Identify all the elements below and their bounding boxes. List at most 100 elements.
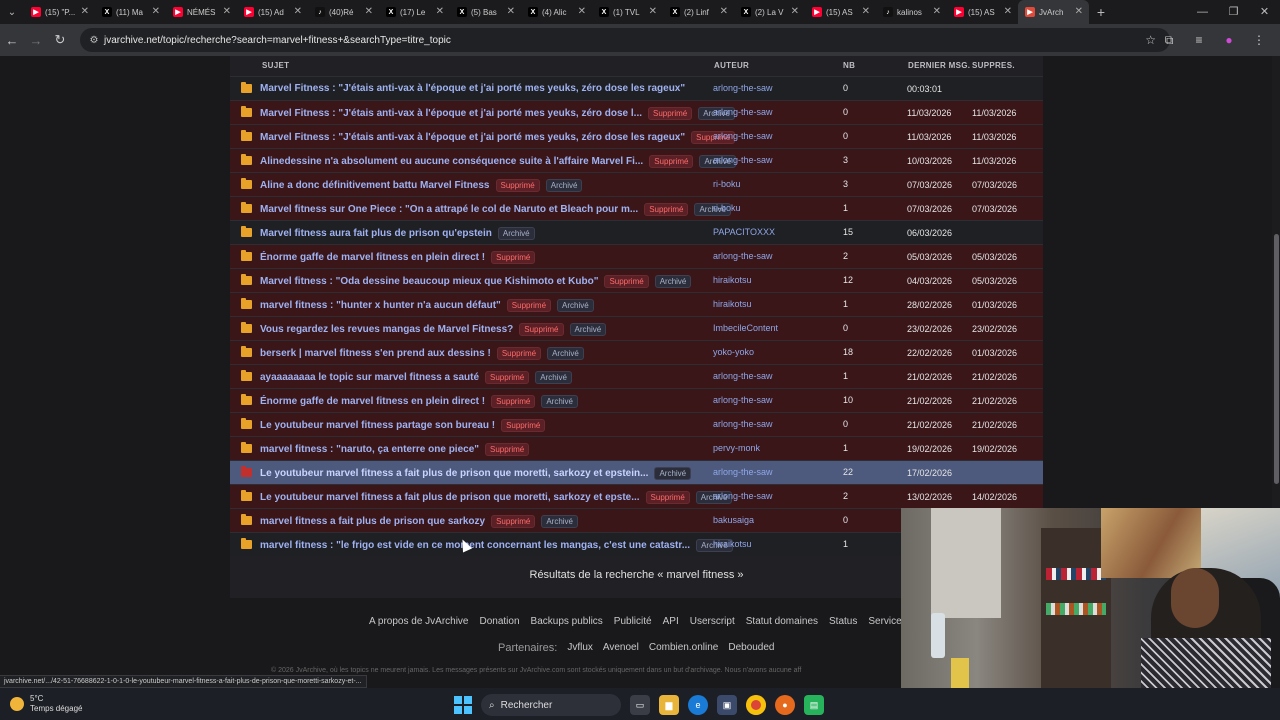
task-view-icon[interactable]: ▭ [630, 695, 650, 715]
new-tab-button[interactable]: + [1089, 4, 1113, 20]
tab-close-icon[interactable]: ✕ [152, 6, 160, 17]
author-link[interactable]: arlong-the-saw [713, 491, 773, 501]
topic-link[interactable]: Marvel fitness sur One Piece : "On a att… [260, 203, 732, 216]
topic-link[interactable]: Énorme gaffe de marvel fitness en plein … [260, 251, 536, 264]
author-link[interactable]: bakusaiga [713, 515, 754, 525]
table-row[interactable]: Marvel Fitness : "J'étais anti-vax à l'é… [230, 76, 1043, 100]
address-bar[interactable]: ⚙ jvarchive.net/topic/recherche?search=m… [80, 28, 1170, 52]
topic-title[interactable]: Marvel Fitness : "J'étais anti-vax à l'é… [260, 83, 685, 94]
topic-title[interactable]: Le youtubeur marvel fitness a fait plus … [260, 492, 640, 503]
author-link[interactable]: yoko-yoko [713, 347, 754, 357]
topic-title[interactable]: Marvel fitness aura fait plus de prison … [260, 228, 492, 239]
browser-tab[interactable]: X (11) Ma ✕ [95, 0, 166, 24]
tab-close-icon[interactable]: ✕ [294, 6, 302, 17]
browser-tab[interactable]: ▶ (15) AS ✕ [805, 0, 876, 24]
tab-search-button[interactable]: ⌄ [0, 0, 24, 24]
tab-close-icon[interactable]: ✕ [649, 6, 657, 17]
topic-title[interactable]: berserk | marvel fitness s'en prend aux … [260, 348, 491, 359]
author-link[interactable]: arlong-the-saw [713, 251, 773, 261]
topic-link[interactable]: Alinedessine n'a absolument eu aucune co… [260, 155, 737, 168]
author-link[interactable]: ImbecileContent [713, 323, 778, 333]
author-link[interactable]: arlong-the-saw [713, 371, 773, 381]
app-icon[interactable]: ▤ [804, 695, 824, 715]
store-icon[interactable]: ▣ [717, 695, 737, 715]
weather-widget[interactable]: 5°C Temps dégagé [10, 694, 82, 714]
topic-title[interactable]: Marvel fitness : "Oda dessine beaucoup m… [260, 276, 598, 287]
table-row[interactable]: Marvel Fitness : "J'étais anti-vax à l'é… [230, 100, 1043, 124]
browser-tab[interactable]: X (1) TVL ✕ [592, 0, 663, 24]
footer-link[interactable]: Statut domaines [746, 616, 818, 627]
table-row[interactable]: marvel fitness : "hunter x hunter n'a au… [230, 292, 1043, 316]
author-link[interactable]: arlong-the-saw [713, 83, 773, 93]
file-explorer-icon[interactable]: ▆ [659, 695, 679, 715]
tab-close-icon[interactable]: ✕ [578, 6, 586, 17]
topic-link[interactable]: Vous regardez les revues mangas de Marve… [260, 323, 607, 336]
topic-title[interactable]: marvel fitness : "le frigo est vide en c… [260, 540, 690, 551]
table-row[interactable]: Marvel fitness sur One Piece : "On a att… [230, 196, 1043, 220]
author-link[interactable]: hiraikotsu [713, 275, 752, 285]
edge-icon[interactable]: e [688, 695, 708, 715]
minimize-button[interactable]: — [1187, 0, 1218, 24]
author-link[interactable]: ri-boku [713, 179, 741, 189]
footer-link[interactable]: Status [829, 616, 857, 627]
table-row[interactable]: Le youtubeur marvel fitness partage son … [230, 412, 1043, 436]
topic-link[interactable]: Le youtubeur marvel fitness a fait plus … [260, 491, 733, 504]
browser-tab[interactable]: ▶ NÉMÉS ✕ [166, 0, 237, 24]
table-row[interactable]: Marvel fitness aura fait plus de prison … [230, 220, 1043, 244]
maximize-button[interactable]: ❐ [1218, 0, 1249, 24]
header-subject[interactable]: SUJET [262, 61, 289, 70]
table-row[interactable]: Le youtubeur marvel fitness a fait plus … [230, 484, 1043, 508]
footer-link[interactable]: Publicité [614, 616, 652, 627]
browser-tab[interactable]: X (2) Linf ✕ [663, 0, 734, 24]
browser-tab[interactable]: X (17) Le ✕ [379, 0, 450, 24]
author-link[interactable]: arlong-the-saw [713, 395, 773, 405]
site-info-icon[interactable]: ⚙ [84, 35, 104, 46]
browser-tab[interactable]: ♪ (40)Ré ✕ [308, 0, 379, 24]
tab-close-icon[interactable]: ✕ [507, 6, 515, 17]
header-nb[interactable]: NB [843, 61, 855, 70]
footer-link[interactable]: Userscript [690, 616, 735, 627]
media-icon[interactable]: ≡ [1184, 33, 1214, 47]
tab-close-icon[interactable]: ✕ [1004, 6, 1012, 17]
forward-button[interactable]: → [24, 33, 48, 48]
topic-title[interactable]: Énorme gaffe de marvel fitness en plein … [260, 252, 485, 263]
footer-link[interactable]: API [663, 616, 679, 627]
tab-close-icon[interactable]: ✕ [933, 6, 941, 17]
header-author[interactable]: AUTEUR [714, 61, 749, 70]
topic-link[interactable]: ayaaaaaaaa le topic sur marvel fitness a… [260, 371, 572, 384]
topic-title[interactable]: marvel fitness : "naruto, ça enterre one… [260, 444, 479, 455]
chrome-icon[interactable] [746, 695, 766, 715]
topic-title[interactable]: Le youtubeur marvel fitness partage son … [260, 420, 495, 431]
tab-close-icon[interactable]: ✕ [791, 6, 799, 17]
browser-tab[interactable]: ▶ (15) AS ✕ [947, 0, 1018, 24]
topic-title[interactable]: Aline a donc définitivement battu Marvel… [260, 180, 490, 191]
table-row[interactable]: Le youtubeur marvel fitness a fait plus … [230, 460, 1043, 484]
topic-title[interactable]: marvel fitness : "hunter x hunter n'a au… [260, 300, 501, 311]
header-deleted[interactable]: SUPPRES. [972, 61, 1015, 70]
header-last-msg[interactable]: DERNIER MSG. [908, 61, 970, 70]
topic-link[interactable]: Marvel Fitness : "J'étais anti-vax à l'é… [260, 131, 736, 144]
topic-title[interactable]: Marvel Fitness : "J'étais anti-vax à l'é… [260, 108, 642, 119]
browser-tab[interactable]: ♪ kalinos ✕ [876, 0, 947, 24]
browser-tab[interactable]: ▶ JvArch ✕ [1018, 0, 1089, 24]
partner-link[interactable]: Avenoel [603, 642, 639, 654]
tab-close-icon[interactable]: ✕ [1075, 6, 1083, 17]
back-button[interactable]: ← [0, 33, 24, 48]
topic-link[interactable]: marvel fitness : "hunter x hunter n'a au… [260, 299, 594, 312]
tab-close-icon[interactable]: ✕ [862, 6, 870, 17]
topic-link[interactable]: Marvel fitness aura fait plus de prison … [260, 227, 535, 240]
partner-link[interactable]: Combien.online [649, 642, 719, 654]
tab-close-icon[interactable]: ✕ [81, 6, 89, 17]
table-row[interactable]: Marvel fitness : "Oda dessine beaucoup m… [230, 268, 1043, 292]
footer-link[interactable]: Backups publics [531, 616, 603, 627]
author-link[interactable]: PAPACITOXXX [713, 227, 775, 237]
table-row[interactable]: Vous regardez les revues mangas de Marve… [230, 316, 1043, 340]
topic-link[interactable]: marvel fitness : "naruto, ça enterre one… [260, 443, 530, 456]
browser-tab[interactable]: ▶ (15) "P... ✕ [24, 0, 95, 24]
browser-tab[interactable]: X (2) La V ✕ [734, 0, 805, 24]
topic-link[interactable]: Marvel fitness : "Oda dessine beaucoup m… [260, 275, 692, 288]
table-row[interactable]: ayaaaaaaaa le topic sur marvel fitness a… [230, 364, 1043, 388]
start-button[interactable] [454, 696, 472, 714]
close-window-button[interactable]: ✕ [1249, 0, 1280, 24]
tab-close-icon[interactable]: ✕ [365, 6, 373, 17]
